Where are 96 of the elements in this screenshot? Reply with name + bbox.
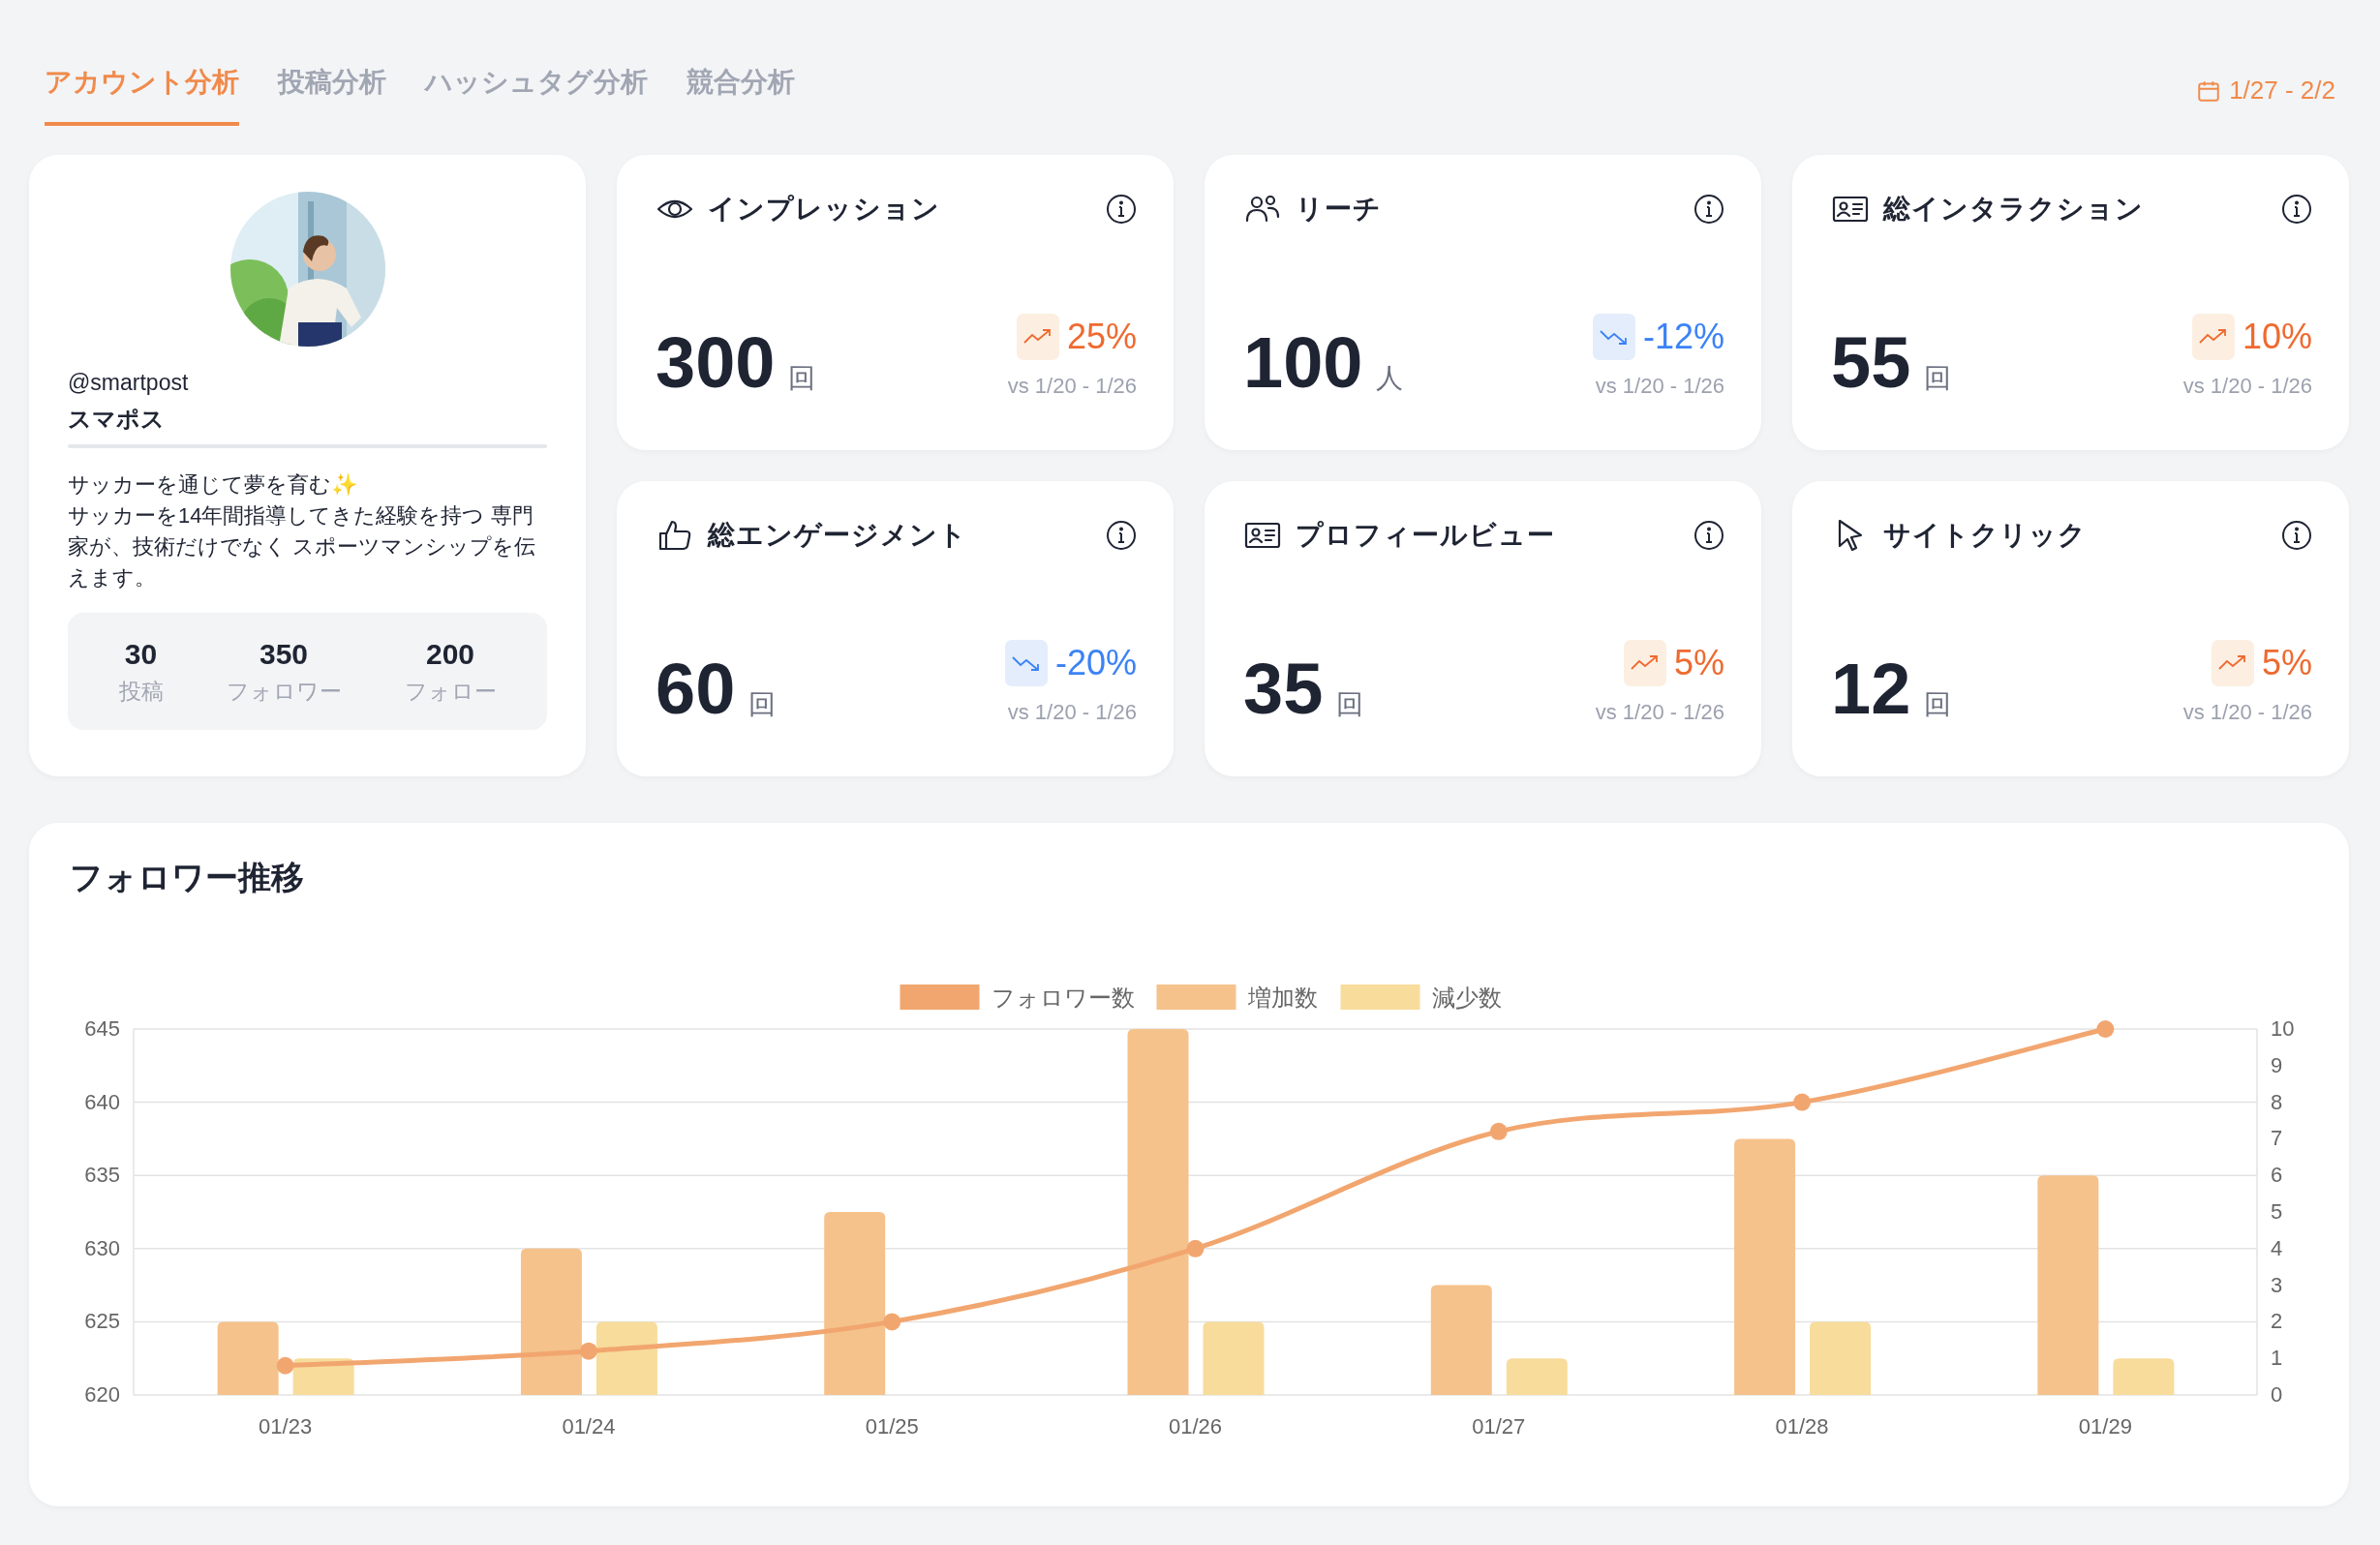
- legend-label[interactable]: 減少数: [1431, 985, 1502, 1011]
- data-point: [276, 1356, 294, 1375]
- comparison-period: vs 1/20 - 1/26: [2182, 374, 2312, 399]
- data-point: [579, 1342, 597, 1360]
- metric-value: 100: [1243, 321, 1363, 404]
- info-icon[interactable]: [2281, 520, 2312, 551]
- axis-tick-label: 5: [2271, 1199, 2283, 1224]
- info-icon[interactable]: [1106, 520, 1137, 551]
- tab[interactable]: 競合分析: [687, 39, 795, 126]
- stat-value: 200: [425, 638, 475, 671]
- axis-tick-label: 640: [84, 1089, 120, 1114]
- metric-unit: 回: [1924, 362, 1952, 395]
- legend-label[interactable]: フォロワー数: [991, 985, 1135, 1011]
- metric-value: 55: [1831, 321, 1911, 404]
- metric-value: 300: [656, 321, 776, 404]
- metric-unit: 回: [748, 688, 777, 721]
- tab[interactable]: アカウント分析: [45, 39, 239, 126]
- axis-tick-label: 620: [84, 1382, 120, 1407]
- tab[interactable]: 投稿分析: [278, 39, 386, 126]
- data-point: [883, 1313, 901, 1331]
- data-point: [1793, 1093, 1812, 1111]
- legend-swatch[interactable]: [900, 985, 980, 1010]
- metric-title: リーチ: [1296, 193, 1383, 226]
- username: @smartpost: [68, 370, 190, 396]
- trend-down-icon: [1592, 314, 1635, 360]
- axis-tick-label: 625: [84, 1309, 120, 1334]
- axis-tick-label: 1: [2271, 1346, 2283, 1371]
- comparison-period: vs 1/20 - 1/26: [1595, 700, 1724, 725]
- trend-up-icon: [1623, 640, 1666, 686]
- bar: [2113, 1358, 2175, 1395]
- metric-title: インプレッション: [708, 193, 941, 226]
- change-percent: 10%: [2242, 317, 2312, 357]
- trend-down-icon: [1004, 640, 1048, 686]
- stat-value: 30: [124, 638, 158, 671]
- stat-label: フォロワー: [226, 678, 342, 706]
- metric-unit: 回: [1336, 688, 1364, 721]
- metric-title: 総エンゲージメント: [708, 519, 968, 552]
- date-range[interactable]: 1/27 - 2/2: [2229, 76, 2335, 106]
- info-icon[interactable]: [1693, 194, 1724, 225]
- change-percent: 5%: [2261, 643, 2312, 683]
- metric-title: プロフィールビュー: [1296, 519, 1556, 552]
- axis-tick-label: 01/26: [1168, 1414, 1223, 1439]
- axis-tick-label: 8: [2271, 1089, 2283, 1114]
- axis-tick-label: 2: [2271, 1309, 2283, 1334]
- axis-tick-label: 630: [84, 1235, 120, 1260]
- metric-unit: 回: [788, 362, 816, 395]
- axis-tick-label: 01/25: [865, 1414, 919, 1439]
- metric-title: サイトクリック: [1883, 519, 2088, 552]
- data-point: [2096, 1020, 2115, 1038]
- chart-title: フォロワー推移: [70, 858, 304, 897]
- axis-tick-label: 01/28: [1775, 1414, 1829, 1439]
- trend-up-icon: [1016, 314, 1059, 360]
- trend-up-icon: [2191, 314, 2235, 360]
- bar: [1506, 1358, 1568, 1395]
- axis-tick-label: 01/23: [259, 1414, 313, 1439]
- data-point: [1186, 1239, 1205, 1257]
- metric-unit: 回: [1924, 688, 1952, 721]
- info-icon[interactable]: [1106, 194, 1137, 225]
- metric-unit: 人: [1376, 362, 1404, 395]
- comparison-period: vs 1/20 - 1/26: [1595, 374, 1724, 399]
- data-point: [1489, 1122, 1508, 1140]
- legend-label[interactable]: 増加数: [1247, 985, 1318, 1011]
- tab[interactable]: ハッシュタグ分析: [425, 39, 648, 126]
- legend-swatch[interactable]: [1340, 985, 1420, 1010]
- axis-tick-label: 7: [2271, 1126, 2283, 1151]
- axis-tick-label: 01/29: [2078, 1414, 2132, 1439]
- change-percent: -12%: [1642, 317, 1724, 357]
- metric-value: 12: [1831, 648, 1911, 730]
- display-name: スマポス: [68, 405, 166, 434]
- legend-swatch[interactable]: [1156, 985, 1236, 1010]
- metric-value: 60: [656, 648, 736, 730]
- trend-up-icon: [2211, 640, 2254, 686]
- comparison-period: vs 1/20 - 1/26: [1007, 700, 1137, 725]
- axis-tick-label: 01/24: [562, 1414, 616, 1439]
- axis-tick-label: 01/27: [1472, 1414, 1526, 1439]
- axis-tick-label: 635: [84, 1163, 120, 1188]
- profile-bio: サッカーを通じて夢を育む✨ サッカーを14年間指導してきた経験を持つ 専門家が、技術だけでなく スポーツマンシップを伝えます。: [68, 471, 537, 591]
- info-icon[interactable]: [2281, 194, 2312, 225]
- stat-label: フォロー: [404, 678, 497, 706]
- axis-tick-label: 4: [2271, 1235, 2283, 1260]
- stat-value: 350: [259, 638, 309, 671]
- info-icon[interactable]: [1693, 520, 1724, 551]
- axis-tick-label: 9: [2271, 1052, 2283, 1077]
- metric-value: 35: [1243, 648, 1324, 730]
- comparison-period: vs 1/20 - 1/26: [2182, 700, 2312, 725]
- axis-tick-label: 10: [2271, 1016, 2295, 1041]
- change-percent: 5%: [1673, 643, 1724, 683]
- axis-tick-label: 645: [84, 1016, 120, 1041]
- axis-tick-label: 0: [2271, 1382, 2283, 1407]
- stat-label: 投稿: [118, 678, 164, 706]
- change-percent: -20%: [1054, 643, 1137, 683]
- axis-tick-label: 6: [2271, 1163, 2283, 1188]
- comparison-period: vs 1/20 - 1/26: [1007, 374, 1137, 399]
- change-percent: 25%: [1066, 317, 1137, 357]
- metric-title: 総インタラクション: [1883, 193, 2145, 226]
- axis-tick-label: 3: [2271, 1272, 2283, 1297]
